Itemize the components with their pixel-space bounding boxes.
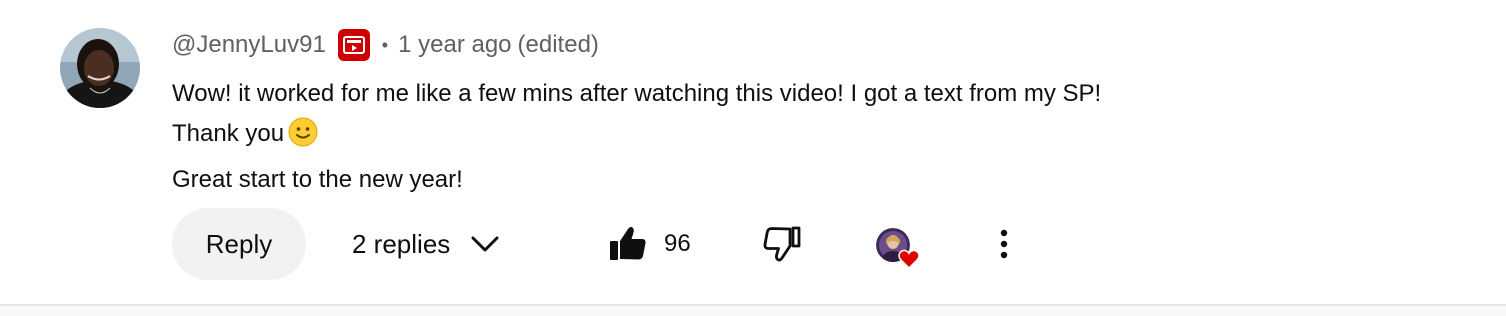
comment-header: @JennyLuv91 • 1 year ago (edited): [172, 28, 599, 62]
comment-line-1: Wow! it worked for me like a few mins af…: [172, 80, 1102, 107]
comment-line-3: Great start to the new year!: [172, 166, 463, 193]
creator-heart[interactable]: [874, 226, 922, 274]
view-replies-button[interactable]: 2 replies: [352, 208, 500, 280]
thumbs-down-icon: [763, 226, 801, 262]
section-divider: [0, 304, 1506, 316]
author-handle[interactable]: @JennyLuv91: [172, 31, 326, 59]
more-actions-button[interactable]: [986, 226, 1022, 262]
slightly-smiling-face-emoji: [288, 117, 318, 160]
comment-actions: Reply 2 replies 96: [172, 208, 1072, 280]
thumbs-up-icon: [610, 227, 646, 260]
edited-label: (edited): [517, 31, 599, 58]
chevron-down-icon: [470, 234, 500, 254]
reply-button[interactable]: Reply: [172, 208, 306, 280]
comment-line-2: Thank you: [172, 114, 1101, 160]
comment-line-2-text: Thank you: [172, 120, 285, 147]
comment-text: Wow! it worked for me like a few mins af…: [172, 74, 1101, 200]
meta-separator: •: [381, 34, 389, 55]
membership-play-icon: [337, 29, 370, 61]
comment-timestamp[interactable]: 1 year ago: [398, 31, 511, 59]
heart-icon: [898, 248, 920, 270]
more-vertical-icon: [1000, 229, 1008, 259]
replies-label: 2 replies: [352, 228, 451, 259]
like-button[interactable]: [608, 224, 648, 264]
author-avatar[interactable]: [60, 28, 140, 108]
comment-thread: @JennyLuv91 • 1 year ago (edited) Wow! i…: [0, 0, 1506, 304]
dislike-button[interactable]: [762, 224, 802, 264]
like-count: 96: [664, 230, 691, 257]
